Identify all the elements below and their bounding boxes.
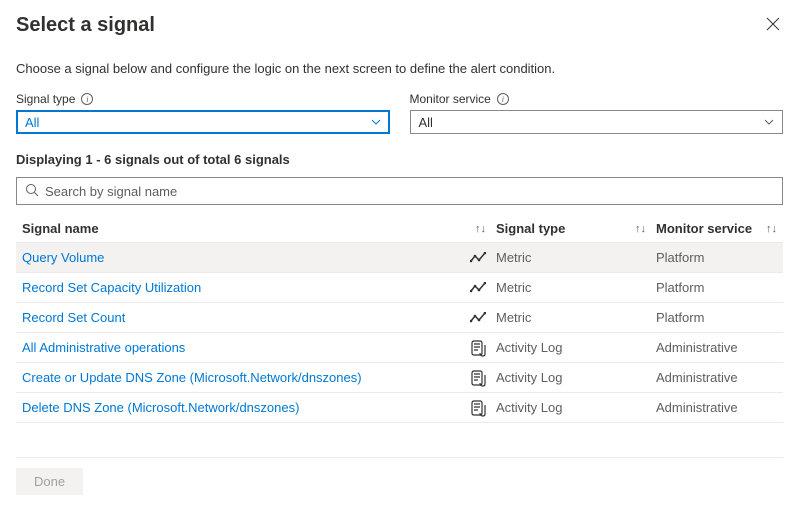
metric-icon [470,280,486,296]
search-box[interactable] [16,177,783,205]
done-button[interactable]: Done [16,468,83,495]
signal-type-cell: Activity Log [496,400,656,415]
signal-type-cell: Metric [496,310,656,325]
table-row[interactable]: Create or Update DNS Zone (Microsoft.Net… [16,363,783,393]
close-button[interactable] [763,14,783,34]
signal-name-link[interactable]: Create or Update DNS Zone (Microsoft.Net… [22,370,362,385]
table-row[interactable]: Record Set Count MetricPlatform [16,303,783,333]
column-signal-type[interactable]: Signal type [496,221,565,236]
activity-log-icon [470,400,486,416]
monitor-service-cell: Administrative [656,370,783,385]
signal-name-link[interactable]: Record Set Count [22,310,125,325]
signal-type-cell: Metric [496,280,656,295]
info-icon[interactable]: i [81,93,93,105]
signal-name-link[interactable]: All Administrative operations [22,340,185,355]
close-icon [766,17,780,31]
metric-icon [470,250,486,266]
signal-type-cell: Activity Log [496,340,656,355]
sort-icon[interactable]: ↑↓ [766,223,777,235]
column-signal-name[interactable]: Signal name [22,221,99,236]
search-input[interactable] [45,184,774,199]
signal-name-link[interactable]: Delete DNS Zone (Microsoft.Network/dnszo… [22,400,299,415]
search-icon [25,183,39,200]
chevron-down-icon [371,117,381,128]
signal-name-link[interactable]: Query Volume [22,250,104,265]
info-icon[interactable]: i [497,93,509,105]
table-row[interactable]: Delete DNS Zone (Microsoft.Network/dnszo… [16,393,783,423]
monitor-service-cell: Platform [656,310,783,325]
activity-log-icon [470,340,486,356]
signals-table: Signal name ↑↓ Signal type ↑↓ Monitor se… [16,215,783,423]
column-monitor-service[interactable]: Monitor service [656,221,752,236]
chevron-down-icon [764,117,774,128]
signal-type-label: Signal type i [16,92,390,106]
table-row[interactable]: Query Volume MetricPlatform [16,243,783,273]
monitor-service-cell: Platform [656,250,783,265]
table-row[interactable]: All Administrative operations Activity Lo… [16,333,783,363]
results-count: Displaying 1 - 6 signals out of total 6 … [16,152,783,167]
table-header: Signal name ↑↓ Signal type ↑↓ Monitor se… [16,215,783,243]
signal-type-cell: Activity Log [496,370,656,385]
metric-icon [470,310,486,326]
table-row[interactable]: Record Set Capacity Utilization MetricPla… [16,273,783,303]
signal-name-link[interactable]: Record Set Capacity Utilization [22,280,201,295]
sort-icon[interactable]: ↑↓ [635,223,646,235]
activity-log-icon [470,370,486,386]
signal-type-cell: Metric [496,250,656,265]
sort-icon[interactable]: ↑↓ [475,223,486,235]
monitor-service-cell: Administrative [656,400,783,415]
monitor-service-label: Monitor service i [410,92,784,106]
monitor-service-dropdown[interactable]: All [410,110,784,134]
signal-type-dropdown[interactable]: All [16,110,390,134]
monitor-service-cell: Administrative [656,340,783,355]
panel-title: Select a signal [16,14,155,37]
panel-description: Choose a signal below and configure the … [16,61,783,76]
monitor-service-cell: Platform [656,280,783,295]
